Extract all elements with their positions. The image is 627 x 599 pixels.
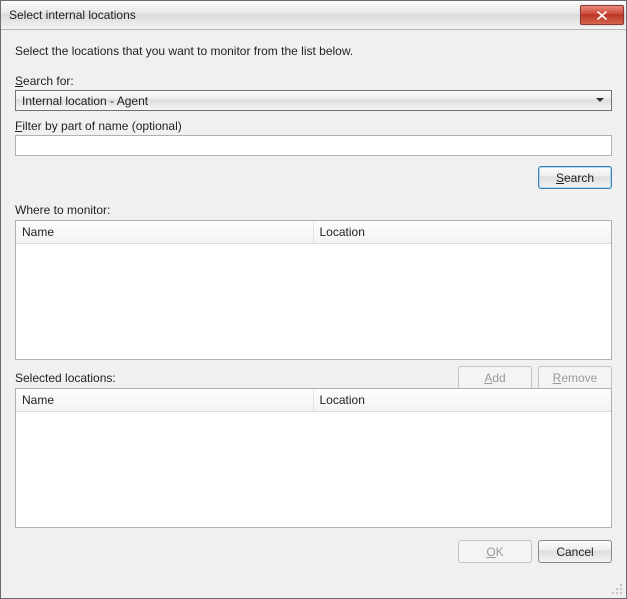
selected-listview[interactable]: Name Location bbox=[15, 388, 612, 528]
dialog-content: Select the locations that you want to mo… bbox=[1, 30, 626, 598]
close-icon bbox=[597, 11, 607, 20]
filter-input[interactable] bbox=[15, 135, 612, 156]
selected-list-header: Name Location bbox=[16, 389, 611, 412]
filter-label: Filter by part of name (optional) bbox=[15, 119, 612, 133]
selected-section-label: Selected locations: bbox=[15, 371, 612, 385]
selected-col-location[interactable]: Location bbox=[314, 389, 612, 411]
monitor-section-label: Where to monitor: bbox=[15, 203, 612, 217]
selected-col-name[interactable]: Name bbox=[16, 389, 314, 411]
monitor-listview[interactable]: Name Location bbox=[15, 220, 612, 360]
monitor-col-name[interactable]: Name bbox=[16, 221, 314, 243]
resize-grip-icon[interactable] bbox=[611, 583, 623, 595]
search-for-label: Search for: bbox=[15, 74, 612, 88]
close-button[interactable] bbox=[580, 5, 624, 25]
titlebar: Select internal locations bbox=[1, 1, 626, 30]
search-for-selected: Internal location - Agent bbox=[22, 94, 593, 108]
chevron-down-icon bbox=[593, 98, 607, 103]
search-for-combo[interactable]: Internal location - Agent bbox=[15, 90, 612, 111]
dialog-window: Select internal locations Select the loc… bbox=[0, 0, 627, 599]
monitor-list-body bbox=[16, 244, 611, 359]
instruction-text: Select the locations that you want to mo… bbox=[15, 44, 612, 58]
search-button-row: Search bbox=[15, 166, 612, 189]
selected-list-body bbox=[16, 412, 611, 527]
search-button[interactable]: Search bbox=[538, 166, 612, 189]
window-title: Select internal locations bbox=[9, 8, 580, 22]
ok-button[interactable]: OK bbox=[458, 540, 532, 563]
monitor-list-header: Name Location bbox=[16, 221, 611, 244]
monitor-col-location[interactable]: Location bbox=[314, 221, 612, 243]
dialog-buttons-row: OK Cancel bbox=[15, 540, 612, 563]
cancel-button[interactable]: Cancel bbox=[538, 540, 612, 563]
